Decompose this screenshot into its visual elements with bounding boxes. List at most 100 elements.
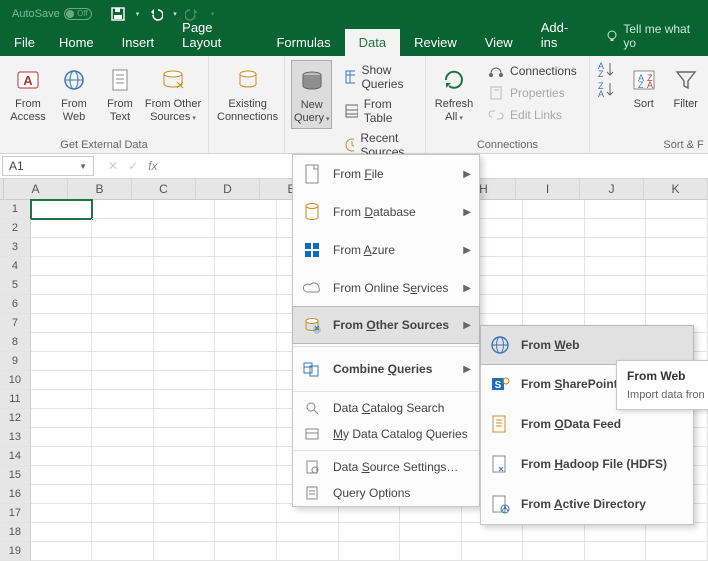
cell[interactable]	[31, 447, 93, 466]
cell[interactable]	[462, 523, 524, 542]
refresh-all-button[interactable]: Refresh All▾	[432, 60, 476, 127]
cell[interactable]	[523, 295, 585, 314]
cell[interactable]	[31, 428, 93, 447]
cell[interactable]	[154, 485, 216, 504]
row-header[interactable]: 4	[0, 257, 31, 276]
cell[interactable]	[92, 523, 154, 542]
edit-links-button[interactable]: Edit Links	[482, 104, 583, 126]
cell[interactable]	[585, 257, 647, 276]
row-header[interactable]: 10	[0, 371, 31, 390]
menu-catalog-search[interactable]: Data Catalog Search	[293, 395, 479, 421]
cell[interactable]	[31, 314, 93, 333]
submenu-from-ad[interactable]: From Active Directory	[481, 484, 693, 524]
cell[interactable]	[215, 485, 277, 504]
properties-button[interactable]: Properties	[482, 82, 583, 104]
row-header[interactable]: 19	[0, 542, 31, 561]
cell[interactable]	[215, 504, 277, 523]
new-query-button[interactable]: New Query▾	[291, 60, 332, 129]
column-header[interactable]: J	[580, 179, 644, 199]
column-header[interactable]: A	[4, 179, 68, 199]
sort-button[interactable]: AZZA Sort	[624, 60, 664, 115]
cell[interactable]	[585, 295, 647, 314]
cell[interactable]	[215, 276, 277, 295]
cell[interactable]	[31, 219, 93, 238]
cell[interactable]	[215, 295, 277, 314]
cell[interactable]	[31, 523, 93, 542]
tab-formulas[interactable]: Formulas	[262, 29, 344, 56]
cell[interactable]	[339, 542, 401, 561]
cell[interactable]	[92, 409, 154, 428]
cell[interactable]	[646, 523, 708, 542]
cell[interactable]	[31, 409, 93, 428]
tab-data[interactable]: Data	[345, 29, 400, 56]
cell[interactable]	[31, 504, 93, 523]
menu-from-file[interactable]: From File▶	[293, 155, 479, 193]
cell[interactable]	[215, 314, 277, 333]
save-icon[interactable]	[110, 6, 126, 22]
column-header[interactable]: B	[68, 179, 132, 199]
cell[interactable]	[215, 390, 277, 409]
cancel-formula-icon[interactable]: ✕	[108, 159, 118, 173]
cell[interactable]	[92, 276, 154, 295]
row-header[interactable]: 7	[0, 314, 31, 333]
cell[interactable]	[154, 466, 216, 485]
cell[interactable]	[646, 295, 708, 314]
menu-combine-queries[interactable]: Combine Queries▶	[293, 350, 479, 388]
row-header[interactable]: 15	[0, 466, 31, 485]
cell[interactable]	[154, 219, 216, 238]
cell[interactable]	[215, 257, 277, 276]
cell[interactable]	[215, 200, 277, 219]
tab-home[interactable]: Home	[45, 29, 108, 56]
show-queries-button[interactable]: Show Queries	[338, 60, 419, 94]
cell[interactable]	[646, 219, 708, 238]
submenu-from-web[interactable]: From Web	[480, 325, 694, 365]
cell[interactable]	[92, 390, 154, 409]
cell[interactable]	[277, 542, 339, 561]
connections-button[interactable]: Connections	[482, 60, 583, 82]
cell[interactable]	[585, 238, 647, 257]
row-header[interactable]: 5	[0, 276, 31, 295]
cell[interactable]	[31, 238, 93, 257]
cell[interactable]	[154, 371, 216, 390]
cell[interactable]	[31, 276, 93, 295]
cell[interactable]	[154, 200, 216, 219]
menu-from-database[interactable]: From Database▶	[293, 193, 479, 231]
cell[interactable]	[154, 257, 216, 276]
menu-from-online[interactable]: From Online Services▶	[293, 269, 479, 307]
existing-connections-button[interactable]: Existing Connections	[215, 60, 280, 127]
cell[interactable]	[646, 257, 708, 276]
column-header[interactable]: C	[132, 179, 196, 199]
cell[interactable]	[646, 542, 708, 561]
cell[interactable]	[31, 352, 93, 371]
cell[interactable]	[523, 542, 585, 561]
menu-from-azure[interactable]: From Azure▶	[293, 231, 479, 269]
cell[interactable]	[400, 542, 462, 561]
tab-review[interactable]: Review	[400, 29, 471, 56]
cell[interactable]	[92, 257, 154, 276]
row-header[interactable]: 2	[0, 219, 31, 238]
cell[interactable]	[154, 504, 216, 523]
cell[interactable]	[92, 314, 154, 333]
column-header[interactable]: K	[644, 179, 708, 199]
cell[interactable]	[523, 523, 585, 542]
cell[interactable]	[523, 276, 585, 295]
cell[interactable]	[92, 333, 154, 352]
cell[interactable]	[92, 238, 154, 257]
row-header[interactable]: 18	[0, 523, 31, 542]
cell[interactable]	[154, 447, 216, 466]
cell[interactable]	[585, 200, 647, 219]
cell[interactable]	[154, 314, 216, 333]
cell[interactable]	[92, 352, 154, 371]
cell[interactable]	[585, 542, 647, 561]
from-web-button[interactable]: From Web	[52, 60, 96, 127]
sort-desc-icon[interactable]: ZA	[596, 80, 616, 98]
cell[interactable]	[277, 523, 339, 542]
cell[interactable]	[92, 219, 154, 238]
cell[interactable]	[31, 542, 93, 561]
cell[interactable]	[154, 295, 216, 314]
cell[interactable]	[400, 523, 462, 542]
cell[interactable]	[646, 200, 708, 219]
chevron-down-icon[interactable]: ▼	[79, 162, 87, 171]
cell[interactable]	[31, 333, 93, 352]
autosave-toggle[interactable]: AutoSave Off	[12, 8, 92, 20]
